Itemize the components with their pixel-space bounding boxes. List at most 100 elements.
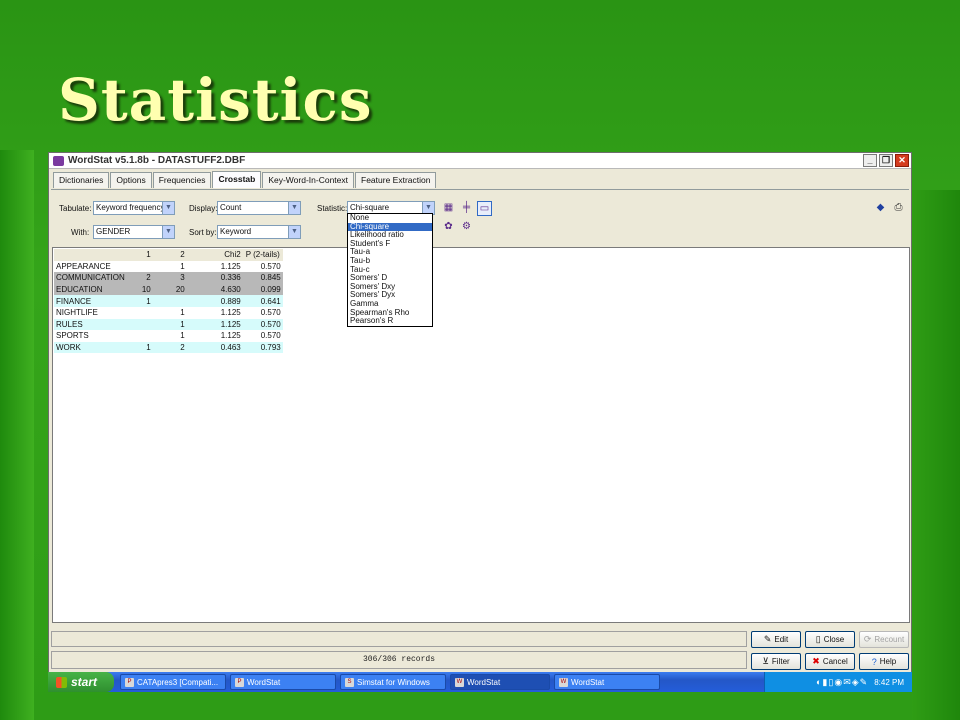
- tabulate-select[interactable]: Keyword frequency ▼: [93, 201, 175, 215]
- p-value-cell: 0.641: [242, 295, 283, 307]
- chevron-down-icon: ▼: [162, 202, 174, 214]
- count-col-2-cell: 20: [152, 283, 187, 296]
- keyword-cell: COMMUNICATION: [54, 272, 127, 284]
- count-col-1-cell: 10: [126, 283, 153, 296]
- keyword-cell: SPORTS: [54, 330, 127, 342]
- taskbar-item[interactable]: P CATApres3 [Compati...: [120, 674, 226, 690]
- door-icon: ▯: [815, 634, 821, 644]
- app-icon: S: [345, 677, 354, 687]
- windows-logo-icon: [56, 676, 67, 688]
- window-titlebar[interactable]: WordStat v5.1.8b - DATASTUFF2.DBF _ ❐ ✕: [49, 153, 911, 169]
- table-row[interactable]: WORK 1 2 0.463 0.793: [54, 341, 283, 354]
- close-button[interactable]: ▯ Close: [805, 631, 855, 648]
- print-icon[interactable]: ⎙: [891, 201, 906, 216]
- cancel-label: Cancel: [822, 657, 848, 666]
- taskbar-item-label: CATApres3 [Compati...: [137, 677, 219, 687]
- table-row[interactable]: SPORTS 1 1.125 0.570: [54, 330, 283, 342]
- chi2-cell: 0.889: [186, 295, 243, 307]
- count-col-1-cell: [126, 260, 153, 273]
- keyword-cell: FINANCE: [54, 295, 127, 307]
- edit-label: Edit: [774, 635, 789, 644]
- records-status: 306/306 records: [51, 651, 747, 669]
- count-col-2-cell: 1: [152, 306, 187, 319]
- window-title: WordStat v5.1.8b - DATASTUFF2.DBF: [68, 155, 246, 166]
- tab-feature-extraction[interactable]: Feature Extraction: [355, 172, 437, 188]
- crosstab-grid[interactable]: 1 2 Chi2 P (2-tails) APPEARANCE 1 1.125 0.5…: [52, 247, 910, 623]
- with-label: With:: [71, 228, 90, 237]
- edit-button[interactable]: ✎ Edit: [751, 631, 801, 648]
- recount-button[interactable]: ⟳ Recount: [859, 631, 909, 648]
- table-row[interactable]: FINANCE 1 0.889 0.641: [54, 295, 283, 307]
- cancel-button[interactable]: ✖ Cancel: [805, 653, 855, 670]
- count-col-2-cell: 1: [152, 330, 187, 342]
- chi2-cell: 1.125: [186, 260, 243, 273]
- display-label: Display:: [189, 204, 218, 213]
- count-col-2-cell: 1: [152, 318, 187, 331]
- taskbar-item-active[interactable]: W WordStat: [450, 674, 550, 690]
- save-icon[interactable]: ◆: [873, 201, 888, 216]
- taskbar-item[interactable]: W WordStat: [554, 674, 660, 690]
- chevron-down-icon: ▼: [162, 226, 174, 238]
- count-col-1-cell: [126, 330, 153, 342]
- statistic-option[interactable]: Pearson's R: [348, 317, 432, 326]
- background-stripe-left: [0, 150, 34, 720]
- system-tray: ◐▮▯◉✉◈✎ 8:42 PM: [764, 672, 912, 692]
- app-icon: [53, 155, 64, 166]
- tray-icons[interactable]: ◐▮▯◉✉◈✎: [816, 677, 868, 688]
- wordstat-icon: W: [559, 677, 568, 687]
- tab-options[interactable]: Options: [110, 172, 152, 188]
- crosstab-toolbar: Tabulate: Keyword frequency ▼ With: GEND…: [51, 189, 909, 245]
- help-button[interactable]: ? Help: [859, 653, 909, 670]
- wordstat-icon: W: [455, 677, 464, 687]
- taskbar-item[interactable]: P WordStat: [230, 674, 336, 690]
- tab-kwic[interactable]: Key-Word-In-Context: [262, 172, 355, 188]
- p-value-cell: 0.099: [242, 283, 283, 296]
- help-label: Help: [879, 657, 897, 666]
- taskbar-item-label: Simstat for Windows: [357, 677, 430, 687]
- table-layout-icon[interactable]: ╪: [459, 201, 474, 216]
- table-row[interactable]: COMMUNICATION 2 3 0.336 0.845: [54, 272, 283, 284]
- table-header-row: 1 2 Chi2 P (2-tails): [54, 249, 283, 261]
- tabulate-label: Tabulate:: [59, 204, 92, 213]
- table-row[interactable]: EDUCATION 10 20 4.630 0.099: [54, 283, 283, 296]
- tabulate-value: Keyword frequency: [96, 203, 165, 212]
- display-select[interactable]: Count ▼: [217, 201, 301, 215]
- start-button[interactable]: start: [48, 672, 114, 692]
- sortby-select[interactable]: Keyword ▼: [217, 225, 301, 239]
- keyword-cell: NIGHTLIFE: [54, 306, 127, 319]
- chi2-cell: 1.125: [186, 330, 243, 342]
- restore-button[interactable]: ❐: [879, 154, 893, 167]
- table-row[interactable]: APPEARANCE 1 1.125 0.570: [54, 260, 283, 273]
- sortby-label: Sort by:: [189, 228, 217, 237]
- p-value-cell: 0.570: [242, 306, 283, 319]
- taskbar-item[interactable]: S Simstat for Windows: [340, 674, 446, 690]
- keyword-cell: WORK: [54, 341, 127, 354]
- chevron-down-icon: ▼: [288, 202, 300, 214]
- with-select[interactable]: GENDER ▼: [93, 225, 175, 239]
- statistic-label: Statistic:: [317, 204, 348, 213]
- close-window-button[interactable]: ✕: [895, 154, 909, 167]
- chevron-down-icon: ▼: [288, 226, 300, 238]
- chi2-cell: 0.463: [186, 341, 243, 354]
- p-value-cell: 0.845: [242, 272, 283, 284]
- keyword-cell: APPEARANCE: [54, 260, 127, 273]
- minimize-button[interactable]: _: [863, 154, 877, 167]
- settings-icon[interactable]: ⚙: [459, 220, 474, 235]
- statistic-dropdown-list[interactable]: None Chi-square Likelihood ratio Student…: [347, 213, 433, 327]
- p-value-cell: 0.570: [242, 330, 283, 342]
- header-chi2: Chi2: [186, 249, 243, 261]
- tab-dictionaries[interactable]: Dictionaries: [53, 172, 110, 188]
- p-value-cell: 0.570: [242, 260, 283, 273]
- table-row[interactable]: RULES 1 1.125 0.570: [54, 318, 283, 331]
- count-col-1-cell: 2: [126, 272, 153, 284]
- tab-frequencies[interactable]: Frequencies: [152, 172, 212, 188]
- tab-crosstab[interactable]: Crosstab: [212, 171, 262, 188]
- palette-icon[interactable]: ✿: [441, 220, 456, 235]
- chart-icon[interactable]: ▦: [441, 201, 456, 216]
- chi2-cell: 4.630: [186, 283, 243, 296]
- table-row[interactable]: NIGHTLIFE 1 1.125 0.570: [54, 306, 283, 319]
- filter-icon: ⊻: [762, 656, 769, 666]
- filter-button[interactable]: ⊻ Filter: [751, 653, 801, 670]
- display-value: Count: [220, 203, 242, 212]
- window-view-icon[interactable]: ▭: [477, 201, 492, 216]
